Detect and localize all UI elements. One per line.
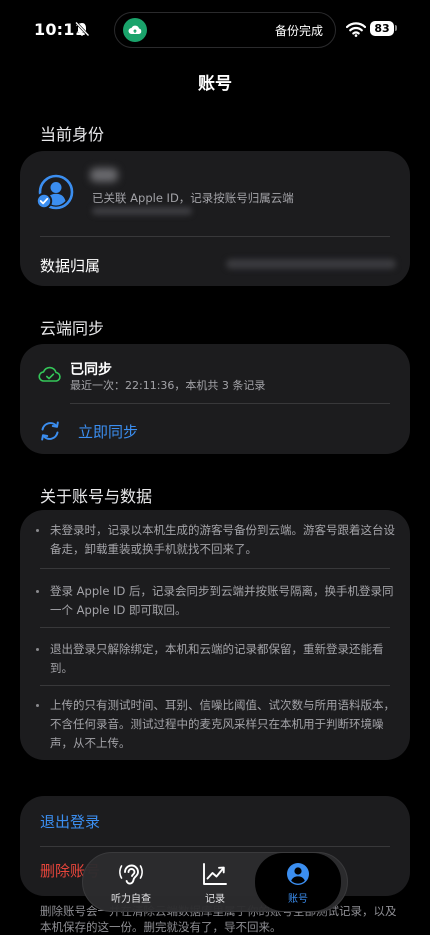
- linked-apple-id-text: 已关联 Apple ID，记录按账号归属云端: [92, 191, 294, 205]
- bullet-dot: [36, 648, 39, 651]
- tab-label: 记录: [205, 894, 225, 905]
- sync-divider: [70, 403, 390, 404]
- actions-divider: [40, 846, 390, 847]
- hearing-icon: [119, 864, 143, 885]
- battery-tip: [395, 25, 397, 31]
- about-item-text: 未登录时，记录以本机生成的游客号备份到云端。游客号跟着这台设备走，卸载重装或换手…: [50, 523, 395, 556]
- cloud-check-icon: [38, 366, 61, 382]
- about-item-text: 退出登录只解除绑定，本机和云端的记录都保留，重新登录还能看到。: [50, 642, 384, 675]
- identity-divider: [40, 236, 390, 237]
- about-item: 退出登录只解除绑定，本机和云端的记录都保留，重新登录还能看到。: [36, 640, 394, 680]
- account-name-redacted: [90, 168, 118, 182]
- bullet-dot: [36, 590, 39, 593]
- bell-slash-icon: [75, 21, 90, 37]
- about-item-text: 上传的只有测试时间、耳别、信噪比阈值、试次数与所用语料版本，不含任何录音。测试过…: [50, 698, 395, 750]
- sync-status-title: 已同步: [70, 362, 112, 378]
- wifi-icon: [346, 22, 366, 37]
- sync-section-header: 云端同步: [40, 319, 105, 338]
- identity-section-header: 当前身份: [40, 125, 105, 144]
- about-section-header: 关于账号与数据: [40, 487, 153, 506]
- about-item: 登录 Apple ID 后，记录会同步到云端并按账号隔离，换手机登录同一个 Ap…: [36, 582, 394, 622]
- chart-icon: [203, 863, 227, 885]
- tab-account[interactable]: 账号: [255, 853, 341, 911]
- sync-now-label[interactable]: 立即同步: [78, 421, 138, 442]
- data-owner-value-redacted: [226, 259, 396, 269]
- island-status-text: 备份完成: [274, 24, 323, 38]
- bullet-dot: [36, 704, 39, 707]
- tab-hearing-check[interactable]: 听力自查: [89, 853, 173, 911]
- tab-records[interactable]: 记录: [173, 853, 257, 911]
- about-item-text: 登录 Apple ID 后，记录会同步到云端并按账号隔离，换手机登录同一个 Ap…: [50, 584, 394, 617]
- bullet-dot: [36, 529, 39, 532]
- about-item: 上传的只有测试时间、耳别、信噪比阈值、试次数与所用语料版本，不含任何录音。测试过…: [36, 696, 395, 756]
- backup-app-icon: [123, 18, 147, 42]
- cloud-icon: [128, 25, 142, 34]
- about-divider: [40, 685, 390, 686]
- dynamic-island[interactable]: 备份完成: [114, 12, 336, 48]
- account-email-redacted: [92, 207, 192, 215]
- about-item: 未登录时，记录以本机生成的游客号备份到云端。游客号跟着这台设备走，卸载重装或换手…: [36, 521, 395, 561]
- tab-label: 听力自查: [111, 894, 151, 905]
- tab-label: 账号: [288, 894, 308, 905]
- sync-status-detail: 最近一次：22:11:36，本机共 3 条记录: [70, 379, 266, 392]
- about-divider: [40, 627, 390, 628]
- battery-level: 83: [370, 21, 394, 36]
- tab-bar: 听力自查 记录 账号: [82, 852, 348, 912]
- page-title: 账号: [198, 74, 232, 94]
- about-divider: [40, 568, 390, 569]
- logout-button[interactable]: 退出登录: [40, 811, 100, 832]
- person-icon: [287, 863, 309, 885]
- account-avatar-icon: [35, 174, 74, 210]
- sync-arrows-icon: [41, 421, 59, 441]
- data-owner-label: 数据归属: [40, 257, 101, 275]
